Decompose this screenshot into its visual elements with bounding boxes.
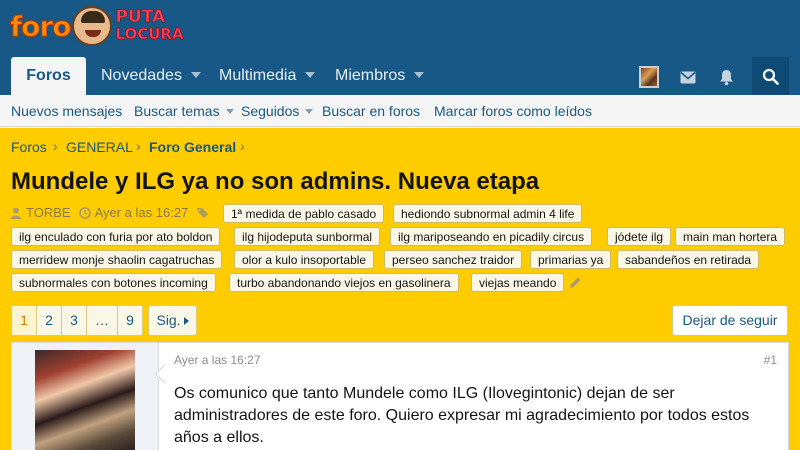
avatar xyxy=(639,66,659,88)
tags-icon xyxy=(197,207,209,218)
sub-nav: Nuevos mensajes Buscar temas Seguidos Bu… xyxy=(0,95,800,127)
next-page-label: Sig. xyxy=(156,312,181,328)
tag[interactable]: sabandeños en retirada xyxy=(617,250,760,269)
thread-author[interactable]: TORBE xyxy=(26,205,71,220)
chevron-down-icon[interactable] xyxy=(225,109,234,114)
tag[interactable]: ilg mariposeando en picadily circus xyxy=(390,227,593,246)
tab-novedades[interactable]: Novedades xyxy=(101,57,201,95)
chevron-down-icon[interactable] xyxy=(414,72,425,78)
logo-word-puta: PUTA xyxy=(115,7,166,27)
tag[interactable]: ilg hijodeputa sunbormal xyxy=(234,227,381,246)
tag[interactable]: ilg enculado con furia por ato boldon xyxy=(11,227,221,246)
tag[interactable]: merridew monje shaolin cagatruchas xyxy=(11,250,223,269)
logo-word-block: PUTA LOCURA xyxy=(115,7,184,43)
search-icon[interactable] xyxy=(752,57,789,95)
tag[interactable]: primarias ya xyxy=(530,250,612,269)
tag[interactable]: main man hortera xyxy=(675,227,786,246)
page-ellipsis[interactable]: … xyxy=(86,305,118,336)
page-title: Mundele y ILG ya no son admins. Nueva et… xyxy=(11,168,540,195)
page-link-current[interactable]: 1 xyxy=(11,305,37,336)
chevron-right-icon: › xyxy=(53,138,58,154)
tab-label: Foros xyxy=(26,67,71,84)
pagination: 1 2 3 … 9 xyxy=(11,305,143,336)
tag[interactable]: turbo abandonando viejos en gasolinera xyxy=(229,273,459,292)
tab-label: Miembros xyxy=(335,67,406,84)
tag[interactable]: jódete ilg xyxy=(607,227,672,246)
breadcrumb-general[interactable]: GENERAL xyxy=(66,139,133,155)
chevron-down-icon[interactable] xyxy=(305,109,314,114)
tab-label: Multimedia xyxy=(219,67,297,84)
subnav-marcar-leidos[interactable]: Marcar foros como leídos xyxy=(434,95,592,127)
bell-icon[interactable] xyxy=(708,62,744,92)
main-nav: Foros Novedades Multimedia Miembros xyxy=(0,57,800,95)
avatar[interactable] xyxy=(35,350,135,450)
tag[interactable]: viejas meando xyxy=(471,273,565,292)
logo-word-foro: foro xyxy=(9,9,71,43)
user-icon xyxy=(11,207,21,219)
subnav-nuevos-mensajes[interactable]: Nuevos mensajes xyxy=(11,95,122,127)
chevron-down-icon[interactable] xyxy=(190,72,201,78)
tag[interactable]: perseo sanchez traidor xyxy=(384,250,523,269)
chevron-down-icon[interactable] xyxy=(305,72,316,78)
thread-date[interactable]: Ayer a las 16:27 xyxy=(95,205,189,220)
post-number[interactable]: #1 xyxy=(764,353,777,367)
tag[interactable]: olor a kulo insoportable xyxy=(234,250,375,269)
page-link[interactable]: 9 xyxy=(117,305,143,336)
page-link[interactable]: 3 xyxy=(61,305,87,336)
clock-icon xyxy=(78,206,91,219)
edit-tags-icon[interactable] xyxy=(569,276,582,289)
subnav-label: Seguidos xyxy=(241,103,300,119)
post-user-cell xyxy=(12,343,159,450)
breadcrumb-foro-general[interactable]: Foro General xyxy=(149,139,236,155)
site-logo[interactable]: foro PUTA LOCURA xyxy=(9,3,184,49)
subnav-buscar-en-foros[interactable]: Buscar en foros xyxy=(322,95,420,127)
post-date[interactable]: Ayer a las 16:27 xyxy=(174,353,261,367)
subnav-buscar-temas[interactable]: Buscar temas xyxy=(134,95,234,127)
next-page-button[interactable]: Sig. xyxy=(148,305,197,336)
post: Ayer a las 16:27 #1 Os comunico que tant… xyxy=(11,342,789,450)
tab-foros[interactable]: Foros xyxy=(11,57,86,95)
subnav-seguidos[interactable]: Seguidos xyxy=(241,95,314,127)
subnav-label: Buscar temas xyxy=(134,103,220,119)
chevron-right-icon: › xyxy=(136,138,141,154)
tab-label: Novedades xyxy=(101,67,182,84)
tab-multimedia[interactable]: Multimedia xyxy=(219,57,316,95)
user-avatar-icon[interactable] xyxy=(631,62,667,92)
chevron-right-icon xyxy=(183,317,189,325)
logo-mascot-icon xyxy=(72,6,113,46)
chevron-right-icon: › xyxy=(240,138,245,154)
logo-word-locura: LOCURA xyxy=(115,25,184,43)
unfollow-button[interactable]: Dejar de seguir xyxy=(672,305,788,336)
tab-miembros[interactable]: Miembros xyxy=(335,57,425,95)
main-content: Foros › GENERAL › Foro General › Mundele… xyxy=(0,128,800,450)
site-header: foro PUTA LOCURA xyxy=(0,0,800,57)
tag[interactable]: 1ª medida de pablo casado xyxy=(223,204,385,223)
tag[interactable]: subnormales con botones incoming xyxy=(11,273,216,292)
inbox-icon[interactable] xyxy=(670,62,706,92)
tag[interactable]: hediondo subnormal admin 4 life xyxy=(393,204,583,223)
post-body: Os comunico que tanto Mundele como ILG (… xyxy=(174,385,750,446)
page-link[interactable]: 2 xyxy=(36,305,62,336)
thread-meta: TORBE Ayer a las 16:27 xyxy=(11,205,210,220)
breadcrumb-foros[interactable]: Foros xyxy=(11,139,47,155)
